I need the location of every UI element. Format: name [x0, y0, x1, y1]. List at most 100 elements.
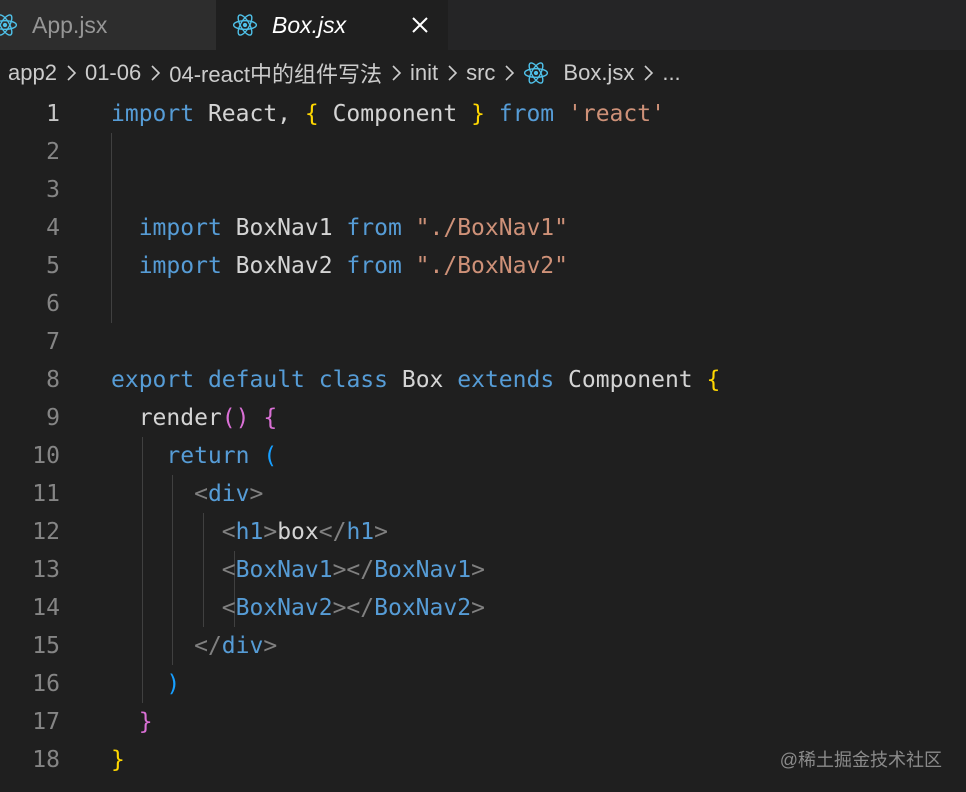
breadcrumb-01-06[interactable]: 01-06	[85, 60, 141, 86]
code-token: </	[194, 633, 222, 659]
code-line[interactable]: 3	[0, 171, 966, 209]
code-text: import BoxNav1 from "./BoxNav1"	[111, 209, 568, 247]
chevron-right-icon	[503, 64, 515, 82]
react-icon	[0, 12, 18, 38]
code-line[interactable]: 17 }	[0, 703, 966, 741]
code-token: >	[263, 519, 278, 545]
line-number: 7	[46, 329, 60, 355]
code-token: <	[221, 519, 236, 545]
line-number: 9	[46, 405, 60, 431]
code-token: ()	[221, 405, 250, 431]
tab-app-jsx[interactable]: App.jsx	[0, 0, 216, 50]
code-text: }	[111, 703, 153, 741]
code-token: ></	[332, 557, 375, 583]
breadcrumb-init[interactable]: init	[410, 60, 438, 86]
code-token: box	[277, 519, 319, 545]
code-token: <	[221, 557, 236, 583]
code-token: import	[111, 101, 195, 127]
react-icon	[232, 12, 258, 38]
code-line[interactable]: 6	[0, 285, 966, 323]
code-line[interactable]: 13 <BoxNav1></BoxNav1>	[0, 551, 966, 589]
code-token: from	[346, 215, 402, 241]
watermark: @稀土掘金技术社区	[779, 750, 942, 770]
tab-label: App.jsx	[32, 11, 108, 38]
code-line[interactable]: 1 import React, { Component } from 'react…	[0, 95, 966, 133]
code-token: >	[471, 595, 485, 621]
breadcrumb: app2 01-06 04-react中的组件写法 init src Box.j…	[0, 52, 966, 94]
code-token: h1	[346, 519, 375, 545]
code-line[interactable]: 12 <h1>box</h1>	[0, 513, 966, 551]
code-line[interactable]: 9 render() {	[0, 399, 966, 437]
line-number: 6	[46, 291, 60, 317]
code-token: )	[166, 671, 181, 697]
breadcrumb-file[interactable]: Box.jsx	[523, 60, 634, 86]
code-token: BoxNav1	[235, 557, 333, 583]
code-token: ></	[332, 595, 375, 621]
close-icon[interactable]	[408, 13, 432, 37]
code-line[interactable]: 11 <div>	[0, 475, 966, 513]
code-token: }	[138, 709, 153, 735]
tab-bar: App.jsx Box.jsx	[0, 0, 966, 50]
code-token: from	[346, 253, 402, 279]
line-number: 3	[46, 177, 60, 203]
code-token: >	[249, 481, 264, 507]
code-token: "./BoxNav1"	[415, 215, 568, 241]
code-token: h1	[235, 519, 264, 545]
code-token: <	[221, 595, 236, 621]
chevron-right-icon	[65, 64, 77, 82]
code-text: <BoxNav2></BoxNav2>	[111, 589, 485, 627]
line-number: 8	[46, 367, 60, 393]
code-token: Component	[318, 101, 472, 127]
breadcrumb-more[interactable]: ...	[662, 60, 680, 86]
code-token: class	[318, 367, 388, 393]
code-token: >	[374, 519, 389, 545]
line-number: 18	[32, 747, 60, 773]
code-text: render() {	[111, 399, 278, 437]
code-text: import BoxNav2 from "./BoxNav2"	[111, 247, 568, 285]
code-token: Box	[388, 367, 458, 393]
code-editor[interactable]: 1 import React, { Component } from 'react…	[0, 95, 966, 792]
code-line[interactable]: 8 export default class Box extends Compon…	[0, 361, 966, 399]
code-token: return	[166, 443, 250, 469]
line-number: 2	[46, 139, 60, 165]
code-line[interactable]: 7	[0, 323, 966, 361]
code-line[interactable]: 5 import BoxNav2 from "./BoxNav2"	[0, 247, 966, 285]
line-number: 16	[32, 671, 60, 697]
code-line[interactable]: 10 return (	[0, 437, 966, 475]
code-text: }	[111, 741, 125, 779]
line-number: 15	[32, 633, 60, 659]
tab-box-jsx[interactable]: Box.jsx	[216, 0, 448, 50]
code-line[interactable]: 15 </div>	[0, 627, 966, 665]
line-number: 1	[46, 101, 60, 127]
breadcrumb-folder[interactable]: 04-react中的组件写法	[169, 57, 382, 89]
code-line[interactable]: 14 <BoxNav2></BoxNav2>	[0, 589, 966, 627]
code-line[interactable]: 4 import BoxNav1 from "./BoxNav1"	[0, 209, 966, 247]
code-token: BoxNav1	[374, 557, 472, 583]
code-line[interactable]: 16 )	[0, 665, 966, 703]
code-text: export default class Box extends Compone…	[111, 361, 720, 399]
line-number: 13	[32, 557, 60, 583]
code-token: }	[471, 101, 485, 127]
chevron-right-icon	[390, 64, 402, 82]
code-line[interactable]: 2	[0, 133, 966, 171]
code-token: Component	[554, 367, 707, 393]
tab-label: Box.jsx	[272, 11, 347, 38]
code-token: default	[207, 367, 305, 393]
code-token: BoxNav2	[221, 253, 347, 279]
breadcrumb-app2[interactable]: app2	[8, 60, 57, 86]
breadcrumb-src[interactable]: src	[466, 60, 495, 86]
code-token: from	[484, 101, 569, 127]
code-token: "./BoxNav2"	[415, 253, 568, 279]
code-token: render	[111, 405, 222, 431]
code-token: BoxNav1	[221, 215, 347, 241]
